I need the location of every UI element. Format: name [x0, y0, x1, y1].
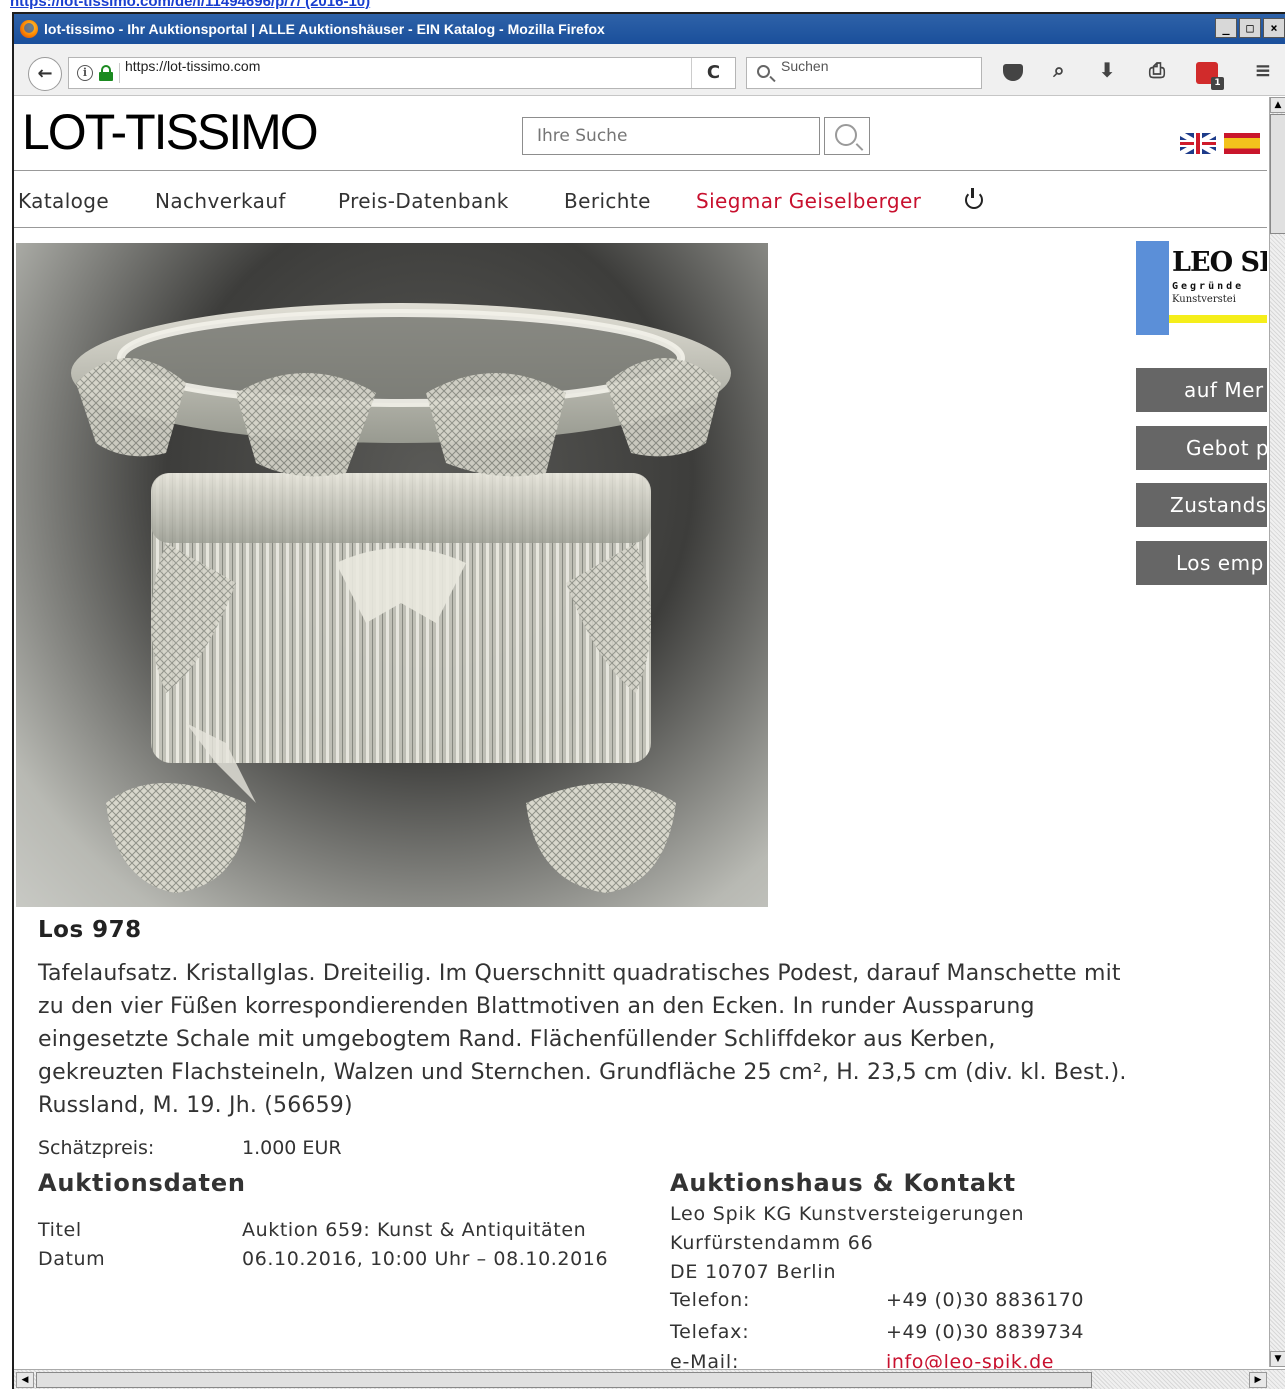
- main-nav: Kataloge Nachverkauf Preis-Datenbank Ber…: [14, 172, 1267, 228]
- site-search-field[interactable]: [522, 117, 820, 155]
- site-logo[interactable]: LOT-TISSIMO: [22, 103, 319, 161]
- addon-icon[interactable]: [1192, 58, 1224, 90]
- scroll-left-arrow-icon[interactable]: ◀: [16, 1372, 34, 1388]
- lot-description: Tafelaufsatz. Kristallglas. Dreiteilig. …: [38, 961, 1127, 1118]
- window-controls: _ □ ×: [1215, 18, 1285, 38]
- email-link[interactable]: info@leo-spik.de: [886, 1351, 1054, 1369]
- search-icon: [757, 65, 770, 78]
- browser-search-placeholder: Suchen: [781, 58, 829, 74]
- print-icon[interactable]: ⎙: [1142, 58, 1172, 88]
- horizontal-scroll-thumb[interactable]: [36, 1372, 1092, 1388]
- datum-value: 06.10.2016, 10:00 Uhr – 08.10.2016: [242, 1248, 609, 1270]
- window-title: lot-tissimo - Ihr Auktionsportal | ALLE …: [44, 21, 605, 37]
- site-header: LOT-TISSIMO: [14, 97, 1267, 171]
- logo-blue-bar: [1136, 241, 1169, 335]
- scroll-right-arrow-icon[interactable]: ▶: [1249, 1372, 1267, 1388]
- page-viewport: LOT-TISSIMO Kataloge Nachverkauf Preis-D…: [14, 97, 1267, 1369]
- telefax-label: Telefax:: [670, 1321, 750, 1343]
- auktionsdaten-heading: Auktionsdaten: [38, 1169, 246, 1197]
- back-button[interactable]: ←: [28, 57, 62, 91]
- firefox-logo-icon: [20, 20, 38, 38]
- screenshot-source-url[interactable]: https://lot-tissimo.com/de/i/11494696/p/…: [10, 0, 370, 10]
- scroll-down-arrow-icon[interactable]: ▼: [1270, 1351, 1285, 1367]
- horizontal-scrollbar[interactable]: ◀ ▶: [14, 1369, 1285, 1389]
- address-bar[interactable]: i https://lot-tissimo.com C: [68, 57, 736, 89]
- pocket-icon[interactable]: [998, 58, 1028, 88]
- condition-report-button[interactable]: Zustands: [1136, 483, 1267, 527]
- close-button[interactable]: ×: [1263, 18, 1285, 38]
- nav-kataloge[interactable]: Kataloge: [18, 189, 109, 213]
- auction-house-name: Leo Spik KG Kunstversteigerungen: [670, 1203, 1025, 1225]
- auction-house-city: DE 10707 Berlin: [670, 1261, 837, 1283]
- logo-yellow-stripe: [1169, 315, 1267, 323]
- vertical-scrollbar[interactable]: ▲ ▼: [1269, 97, 1285, 1367]
- reload-button[interactable]: C: [691, 58, 735, 88]
- lock-icon[interactable]: [99, 65, 113, 81]
- logo-name: LEO SP: [1172, 247, 1267, 278]
- site-search-input[interactable]: [523, 118, 819, 154]
- site-search-button[interactable]: [824, 117, 870, 155]
- maximize-button[interactable]: □: [1239, 18, 1261, 38]
- titel-value: Auktion 659: Kunst & Antiquitäten: [242, 1219, 587, 1241]
- nav-berichte[interactable]: Berichte: [564, 189, 651, 213]
- screenshot-page: https://lot-tissimo.com/de/i/11494696/p/…: [0, 0, 1285, 1389]
- magnifier-icon: [835, 124, 857, 146]
- minimize-button[interactable]: _: [1215, 18, 1237, 38]
- datum-label: Datum: [38, 1248, 106, 1270]
- telefon-label: Telefon:: [670, 1289, 751, 1311]
- spanish-flag-icon[interactable]: [1224, 133, 1260, 154]
- estimate-value: 1.000 EUR: [242, 1137, 342, 1159]
- auction-house-logo[interactable]: LEO SP Gegründe Kunstverstei: [1136, 241, 1267, 335]
- url-text[interactable]: https://lot-tissimo.com: [125, 58, 260, 88]
- email-label: e-Mail:: [670, 1351, 740, 1369]
- recommend-lot-button[interactable]: Los emp: [1136, 541, 1267, 585]
- logo-subline-2: Kunstverstei: [1172, 294, 1236, 305]
- browser-search-bar[interactable]: Suchen: [746, 57, 982, 89]
- nav-preis-datenbank[interactable]: Preis-Datenbank: [338, 189, 509, 213]
- hamburger-menu-icon[interactable]: ≡: [1248, 58, 1278, 88]
- nav-user-name[interactable]: Siegmar Geiselberger: [696, 189, 921, 213]
- info-icon[interactable]: i: [77, 65, 93, 81]
- scroll-up-arrow-icon[interactable]: ▲: [1270, 97, 1285, 113]
- telefax-value: +49 (0)30 8839734: [886, 1321, 1085, 1343]
- auction-house-street: Kurfürstendamm 66: [670, 1232, 874, 1254]
- browser-window: lot-tissimo - Ihr Auktionsportal | ALLE …: [12, 12, 1285, 1389]
- kontakt-heading: Auktionshaus & Kontakt: [670, 1169, 1016, 1197]
- window-titlebar: lot-tissimo - Ihr Auktionsportal | ALLE …: [14, 14, 1285, 44]
- browser-toolbar: ← i https://lot-tissimo.com C Suchen ⌕ ⬇…: [14, 44, 1285, 96]
- bid-button[interactable]: Gebot p: [1136, 426, 1267, 470]
- download-icon[interactable]: ⬇: [1092, 58, 1122, 88]
- lot-title: Los 978: [38, 917, 142, 943]
- estimate-label: Schätzpreis:: [38, 1137, 155, 1159]
- lot-photo[interactable]: [16, 243, 768, 907]
- english-flag-icon[interactable]: [1180, 133, 1216, 154]
- logout-power-icon[interactable]: [962, 187, 984, 209]
- url-separator: [119, 63, 120, 83]
- crystal-centerpiece-illustration: [71, 303, 731, 893]
- vertical-scroll-thumb[interactable]: [1270, 114, 1285, 234]
- watchlist-button[interactable]: auf Mer: [1136, 368, 1267, 412]
- telefon-value: +49 (0)30 8836170: [886, 1289, 1085, 1311]
- zoom-icon[interactable]: ⌕: [1044, 58, 1074, 88]
- logo-subline-1: Gegründe: [1172, 281, 1245, 292]
- nav-nachverkauf[interactable]: Nachverkauf: [155, 189, 286, 213]
- titel-label: Titel: [38, 1219, 82, 1241]
